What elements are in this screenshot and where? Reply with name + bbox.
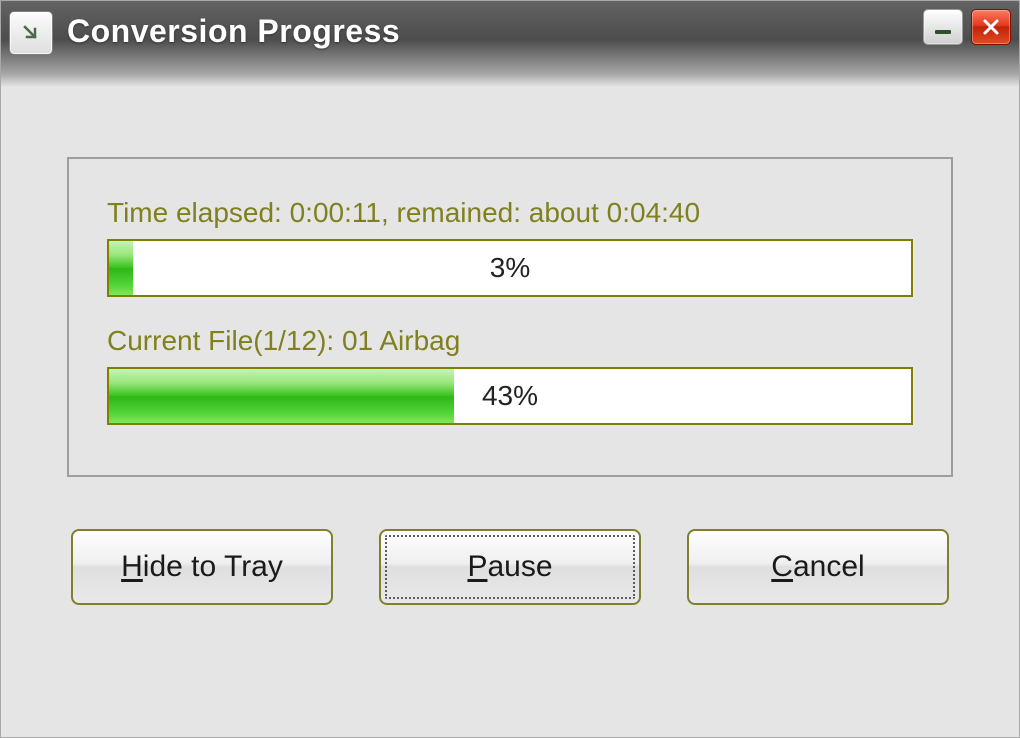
arrow-down-right-icon: [21, 23, 41, 43]
button-label: ause: [487, 550, 552, 583]
button-label: ide to Tray: [143, 550, 283, 583]
conversion-progress-window: Conversion Progress Time elapsed: 0:00:1…: [0, 0, 1020, 738]
window-title: Conversion Progress: [67, 13, 909, 50]
button-row: Hide to Tray Pause Cancel: [67, 529, 953, 605]
close-icon: [981, 17, 1001, 37]
window-controls: [923, 9, 1011, 45]
overall-progress-bar: 3%: [107, 239, 913, 297]
overall-progress-percent: 3%: [109, 241, 911, 295]
hide-to-tray-button[interactable]: Hide to Tray: [71, 529, 333, 605]
cancel-button[interactable]: Cancel: [687, 529, 949, 605]
close-button[interactable]: [971, 9, 1011, 45]
system-menu-icon[interactable]: [9, 11, 53, 55]
minimize-icon: [935, 30, 951, 34]
current-file-label: Current File(1/12): 01 Airbag: [107, 325, 913, 357]
progress-panel: Time elapsed: 0:00:11, remained: about 0…: [67, 157, 953, 477]
file-progress-bar: 43%: [107, 367, 913, 425]
button-label: ancel: [793, 550, 865, 583]
client-area: Time elapsed: 0:00:11, remained: about 0…: [1, 87, 1019, 737]
titlebar[interactable]: Conversion Progress: [1, 1, 1019, 87]
mnemonic: C: [771, 550, 793, 583]
mnemonic: P: [467, 550, 487, 583]
file-progress-percent: 43%: [109, 369, 911, 423]
overall-progress-label: Time elapsed: 0:00:11, remained: about 0…: [107, 197, 913, 229]
pause-button[interactable]: Pause: [379, 529, 641, 605]
mnemonic: H: [121, 550, 143, 583]
minimize-button[interactable]: [923, 9, 963, 45]
